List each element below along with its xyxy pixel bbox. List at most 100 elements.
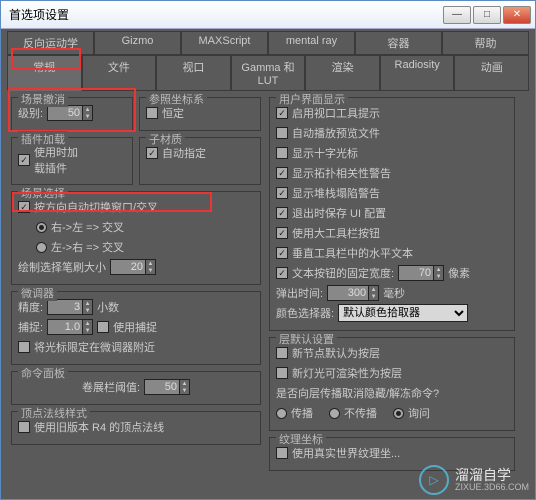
ui-cb-3[interactable] (276, 167, 288, 179)
flyout-spinner[interactable]: ▲▼ (327, 285, 379, 301)
close-button[interactable]: ✕ (503, 6, 531, 24)
group-cmdpanel: 命令面板 卷展栏阈值: ▲▼ (11, 371, 261, 405)
group-submtl: 子材质 自动指定 (139, 137, 261, 185)
spin-down[interactable]: ▼ (145, 267, 155, 274)
minimize-button[interactable]: — (443, 6, 471, 24)
ui-item-3: 显示拓扑相关性警告 (292, 165, 391, 181)
picker-label: 颜色选择器: (276, 305, 334, 321)
group-label: 插件加载 (18, 131, 68, 147)
tab-animation[interactable]: 动画 (454, 55, 529, 91)
group-layer: 层默认设置 新节点默认为按层 新灯光可渲染性为按层 是否向层传播取消隐藏/解冻命… (269, 337, 515, 431)
plugin-label: 使用时加 载插件 (34, 144, 78, 176)
layer-question: 是否向层传播取消隐藏/解冻命令? (276, 385, 439, 401)
radio-propagate[interactable] (276, 408, 287, 419)
precision-input[interactable] (48, 300, 82, 314)
r4-label: 使用旧版本 R4 的顶点法线 (34, 419, 164, 435)
ui-cb-6[interactable] (276, 227, 288, 239)
wm-name: 溜溜自学 (455, 468, 529, 482)
realworld-label: 使用真实世界纹理坐... (292, 445, 400, 461)
constant-checkbox[interactable] (146, 107, 158, 119)
snap-label: 捕捉: (18, 319, 43, 335)
maximize-button[interactable]: □ (473, 6, 501, 24)
brush-input[interactable] (111, 260, 145, 274)
ui-cb-5[interactable] (276, 207, 288, 219)
submtl-checkbox[interactable] (146, 147, 158, 159)
flyout-label: 弹出时间: (276, 285, 323, 301)
brush-spinner[interactable]: ▲▼ (110, 259, 156, 275)
ms-label: 毫秒 (383, 285, 405, 301)
radio-rl[interactable] (36, 222, 47, 233)
radio-lr[interactable] (36, 242, 47, 253)
opt-0: 传播 (291, 405, 313, 421)
tab-files[interactable]: 文件 (82, 55, 157, 91)
pane: 场景撤消 级别: ▲▼ 参照坐标系 (7, 91, 529, 477)
usesnap-checkbox[interactable] (97, 321, 109, 333)
ui-cb-2[interactable] (276, 147, 288, 159)
group-label: 纹理坐标 (276, 431, 326, 447)
spin-down[interactable]: ▼ (82, 113, 92, 120)
snap-spinner[interactable]: ▲▼ (47, 319, 93, 335)
group-label: 用户界面显示 (276, 91, 348, 107)
constant-label: 恒定 (162, 105, 184, 121)
fixedw-input[interactable] (399, 266, 433, 280)
levels-input[interactable] (48, 106, 82, 120)
wm-url: ZIXUE.3D66.COM (455, 482, 529, 492)
ui-item-4: 显示堆栈塌陷警告 (292, 185, 380, 201)
radio-nopropagate[interactable] (329, 408, 340, 419)
tab-render[interactable]: 渲染 (305, 55, 380, 91)
tab-radiosity[interactable]: Radiosity (380, 55, 455, 91)
picker-select[interactable]: 默认颜色拾取器 (338, 304, 468, 322)
newnode-checkbox[interactable] (276, 347, 288, 359)
tab-maxscript[interactable]: MAXScript (181, 31, 268, 55)
realworld-checkbox[interactable] (276, 447, 288, 459)
rollup-input[interactable] (145, 380, 179, 394)
snap-input[interactable] (48, 320, 82, 334)
newlight-label: 新灯光可渲染性为按层 (292, 365, 402, 381)
tab-help[interactable]: 帮助 (442, 31, 529, 55)
newlight-checkbox[interactable] (276, 367, 288, 379)
group-refcoord: 参照坐标系 恒定 (139, 97, 261, 131)
window-buttons: — □ ✕ (443, 6, 531, 24)
ui-cb-0[interactable] (276, 107, 288, 119)
tab-container[interactable]: 容器 (355, 31, 442, 55)
right-column: 用户界面显示 启用视口工具提示 自动播放预览文件 显示十字光标 显示拓扑相关性警… (269, 97, 515, 471)
spin-up[interactable]: ▲ (145, 260, 155, 267)
tab-viewport[interactable]: 视口 (156, 55, 231, 91)
limit-checkbox[interactable] (18, 341, 30, 353)
fixedw-checkbox[interactable] (276, 267, 288, 279)
autoswitch-checkbox[interactable] (18, 201, 30, 213)
flyout-input[interactable] (328, 286, 368, 300)
radio-ask[interactable] (393, 408, 404, 419)
rollup-spinner[interactable]: ▲▼ (144, 379, 190, 395)
plugin-checkbox[interactable] (18, 154, 30, 166)
tab-general[interactable]: 常规 (7, 55, 82, 91)
tab-ik[interactable]: 反向运动学 (7, 31, 94, 55)
tab-gamma[interactable]: Gamma 和 LUT (231, 55, 306, 91)
ui-item-6: 使用大工具栏按钮 (292, 225, 380, 241)
ui-cb-4[interactable] (276, 187, 288, 199)
group-scene-undo: 场景撤消 级别: ▲▼ (11, 97, 133, 131)
group-scene-selection: 场景选择 按方向自动切换窗口/交叉 右->左 => 交叉 左->右 => 交叉 … (11, 191, 261, 285)
ui-cb-1[interactable] (276, 127, 288, 139)
ui-item-5: 退出时保存 UI 配置 (292, 205, 386, 221)
r4-checkbox[interactable] (18, 421, 30, 433)
submtl-label: 自动指定 (162, 145, 206, 161)
ui-cb-7[interactable] (276, 247, 288, 259)
lr-label: 左->右 => 交叉 (51, 239, 124, 255)
ui-item-0: 启用视口工具提示 (292, 105, 380, 121)
levels-spinner[interactable]: ▲▼ (47, 105, 93, 121)
px-label: 像素 (448, 265, 470, 281)
tab-gizmo[interactable]: Gizmo (94, 31, 181, 55)
tab-mentalray[interactable]: mental ray (268, 31, 355, 55)
levels-label: 级别: (18, 105, 43, 121)
group-label: 层默认设置 (276, 331, 337, 347)
group-normals: 顶点法线样式 使用旧版本 R4 的顶点法线 (11, 411, 261, 445)
precision-spinner[interactable]: ▲▼ (47, 299, 93, 315)
fixedw-label: 文本按钮的固定宽度: (292, 265, 394, 281)
preferences-window: 首选项设置 — □ ✕ 反向运动学 Gizmo MAXScript mental… (0, 0, 536, 500)
ui-item-2: 显示十字光标 (292, 145, 358, 161)
fixedw-spinner[interactable]: ▲▼ (398, 265, 444, 281)
spin-up[interactable]: ▲ (82, 106, 92, 113)
group-label: 顶点法线样式 (18, 405, 90, 421)
play-icon: ▷ (419, 465, 449, 495)
